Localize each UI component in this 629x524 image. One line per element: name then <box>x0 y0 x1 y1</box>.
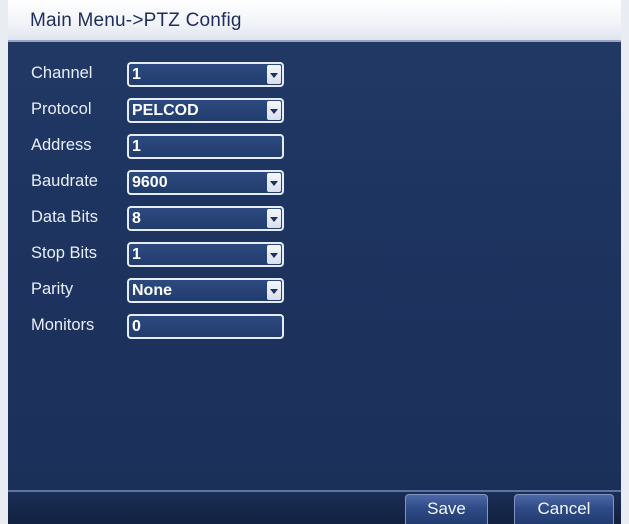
stop-bits-row: Stop Bits 1 <box>31 242 291 268</box>
stop-bits-select[interactable]: 1 <box>127 242 284 267</box>
parity-label: Parity <box>31 280 74 298</box>
baudrate-row: Baudrate 9600 <box>31 170 291 196</box>
channel-value: 1 <box>132 66 141 83</box>
data-bits-label: Data Bits <box>31 208 98 226</box>
parity-row: Parity None <box>31 278 291 304</box>
monitors-value: 0 <box>132 318 141 335</box>
ptz-config-dialog: Main Menu->PTZ Config Channel 1 Protocol… <box>0 0 629 524</box>
parity-select[interactable]: None <box>127 278 284 303</box>
chevron-down-icon[interactable] <box>267 209 281 228</box>
baudrate-label: Baudrate <box>31 172 98 190</box>
monitors-row: Monitors 0 <box>31 314 291 340</box>
protocol-row: Protocol PELCOD <box>31 98 291 124</box>
stop-bits-value: 1 <box>132 246 141 263</box>
address-input[interactable]: 1 <box>127 134 284 159</box>
data-bits-row: Data Bits 8 <box>31 206 291 232</box>
parity-value: None <box>132 282 172 299</box>
stop-bits-label: Stop Bits <box>31 244 98 262</box>
title-bar: Main Menu->PTZ Config <box>8 0 621 42</box>
save-button[interactable]: Save <box>405 494 488 524</box>
channel-label: Channel <box>31 64 93 82</box>
protocol-label: Protocol <box>31 100 92 118</box>
protocol-select[interactable]: PELCOD <box>127 98 284 123</box>
data-bits-value: 8 <box>132 210 141 227</box>
monitors-label: Monitors <box>31 316 95 334</box>
chevron-down-icon[interactable] <box>267 281 281 300</box>
monitors-input[interactable]: 0 <box>127 314 284 339</box>
window-title: Main Menu->PTZ Config <box>30 10 242 31</box>
cancel-button[interactable]: Cancel <box>514 494 614 524</box>
chevron-down-icon[interactable] <box>267 245 281 264</box>
channel-row: Channel 1 <box>31 62 291 88</box>
address-label: Address <box>31 136 92 154</box>
button-bar: Save Cancel <box>8 490 621 524</box>
baudrate-select[interactable]: 9600 <box>127 170 284 195</box>
address-value: 1 <box>132 138 141 155</box>
baudrate-value: 9600 <box>132 174 168 191</box>
chevron-down-icon[interactable] <box>267 101 281 120</box>
address-row: Address 1 <box>31 134 291 160</box>
chevron-down-icon[interactable] <box>267 65 281 84</box>
data-bits-select[interactable]: 8 <box>127 206 284 231</box>
channel-select[interactable]: 1 <box>127 62 284 87</box>
chevron-down-icon[interactable] <box>267 173 281 192</box>
protocol-value: PELCOD <box>132 102 199 119</box>
